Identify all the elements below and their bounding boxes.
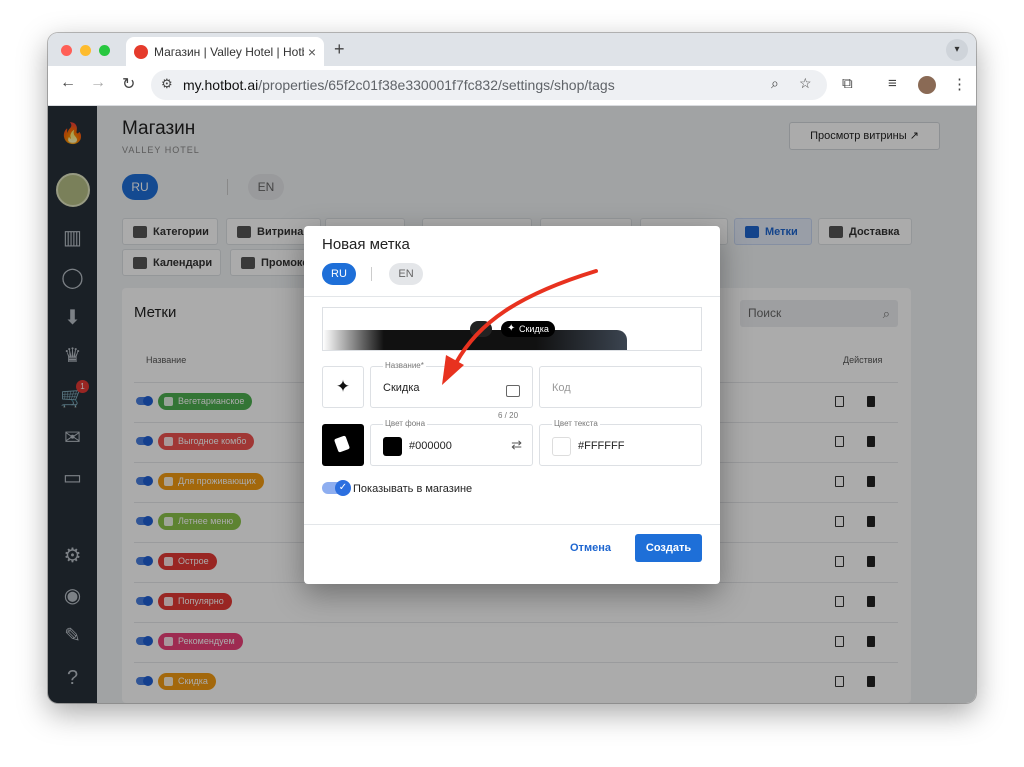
preview-tag-chip: Скидка (501, 321, 555, 337)
show-in-shop-label: Показывать в магазине (353, 483, 473, 495)
bg-color-field[interactable]: Цвет фона #000000 ⇄ (370, 419, 533, 466)
checkmark-icon[interactable]: ✓ (335, 480, 351, 496)
browser-window: Магазин | Valley Hotel | Hotbot × + ▾ ← … (48, 33, 976, 703)
create-button[interactable]: Создать (635, 534, 702, 562)
preview-chip-small (470, 321, 492, 337)
tab-search-chevron-icon[interactable]: ▾ (946, 39, 968, 61)
new-tag-dialog: Новая метка RU EN Скидка ✦ Название* Ски… (304, 226, 720, 584)
menu-dots-icon[interactable]: ⋮ (952, 75, 967, 93)
translate-icon[interactable] (506, 385, 520, 397)
name-char-counter: 6 / 20 (498, 411, 519, 420)
text-color-swatch[interactable] (552, 437, 571, 456)
text-color-label: Цвет текста (552, 419, 600, 428)
url-host: my.hotbot.ai (183, 77, 259, 93)
bookmark-star-icon[interactable]: ☆ (799, 75, 812, 92)
media-queue-icon[interactable]: ≡ (888, 75, 897, 92)
sparkles-icon[interactable]: ✦ (322, 366, 364, 408)
site-settings-icon[interactable]: ⚙ (161, 76, 173, 92)
tag-shape-preview[interactable] (322, 424, 364, 466)
code-placeholder: Код (552, 382, 571, 394)
url-path: /properties/65f2c01f38e330001f7fc832/set… (258, 77, 615, 93)
bg-color-label: Цвет фона (383, 419, 428, 428)
browser-toolbar: ← → ↻ ⚙ my.hotbot.ai/properties/65f2c01f… (48, 66, 976, 106)
name-field-label: Название* (383, 361, 426, 370)
reload-icon[interactable]: ↻ (122, 74, 135, 94)
dialog-title: Новая метка (322, 236, 410, 253)
dialog-lang-en[interactable]: EN (389, 263, 423, 285)
browser-tab[interactable]: Магазин | Valley Hotel | Hotbot × (126, 37, 324, 66)
back-arrow-icon[interactable]: ← (60, 74, 76, 92)
code-field[interactable]: Код (539, 366, 702, 408)
swap-colors-icon[interactable]: ⇄ (511, 437, 522, 453)
extensions-icon[interactable]: ⧉ (842, 75, 853, 92)
dialog-lang-ru[interactable]: RU (322, 263, 356, 285)
tab-close-icon[interactable]: × (308, 44, 316, 60)
bg-color-value: #000000 (409, 440, 452, 452)
zoom-icon[interactable]: ⌕ (771, 75, 779, 92)
cancel-button[interactable]: Отмена (570, 542, 611, 554)
text-color-field[interactable]: Цвет текста #FFFFFF (539, 419, 702, 466)
tab-title: Магазин | Valley Hotel | Hotbot (154, 44, 304, 59)
bg-color-swatch[interactable] (383, 437, 402, 456)
text-color-value: #FFFFFF (578, 440, 625, 452)
minimize-window-dot[interactable] (80, 45, 91, 56)
tag-preview: Скидка (322, 307, 702, 351)
name-field[interactable]: Название* Скидка (370, 361, 533, 408)
address-bar[interactable]: ⚙ my.hotbot.ai/properties/65f2c01f38e330… (151, 70, 827, 100)
forward-arrow-icon[interactable]: → (90, 74, 106, 92)
close-window-dot[interactable] (61, 45, 72, 56)
hotbot-favicon-icon (134, 44, 148, 59)
profile-avatar[interactable] (918, 76, 936, 94)
new-tab-button[interactable]: + (334, 39, 345, 60)
zoom-window-dot[interactable] (99, 45, 110, 56)
name-field-value: Скидка (383, 382, 420, 394)
tab-strip: Магазин | Valley Hotel | Hotbot × + ▾ (48, 33, 976, 66)
